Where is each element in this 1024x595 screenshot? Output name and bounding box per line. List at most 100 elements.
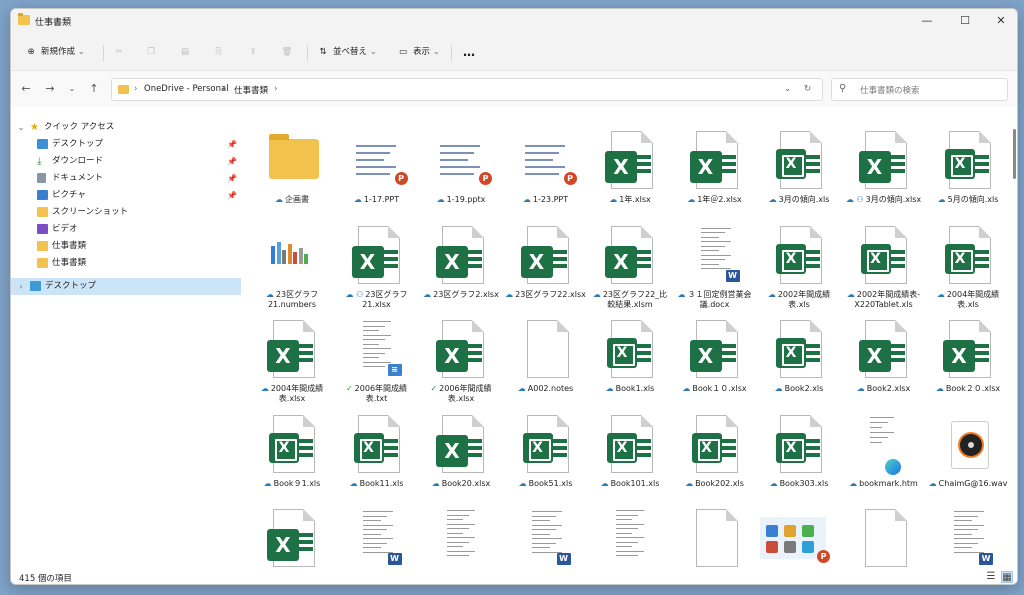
excel-grid-icon xyxy=(975,155,989,177)
more-options-button[interactable]: … xyxy=(463,42,475,62)
file-item[interactable]: ☁5月の傾向.xls xyxy=(927,129,1009,221)
file-item[interactable]: ☁ 企画書 xyxy=(251,129,333,221)
file-item[interactable]: P xyxy=(758,507,840,569)
file-item[interactable]: ☁2004年間成績表.xls xyxy=(927,224,1009,316)
file-item[interactable]: ☁2002年間成績表.xls xyxy=(758,224,840,316)
cut-button[interactable]: ✂ xyxy=(113,42,129,62)
refresh-icon[interactable]: ↻ xyxy=(804,84,811,94)
paste-button[interactable]: ▤ xyxy=(179,42,195,62)
share-button[interactable]: ⇪ xyxy=(247,42,263,62)
sidebar-item-desktop[interactable]: デスクトップ 📌 xyxy=(11,136,241,153)
file-item[interactable]: W xyxy=(927,507,1009,569)
chevron-down-icon[interactable]: ⌄ xyxy=(16,119,26,136)
rename-button[interactable]: ⎘ xyxy=(213,42,229,62)
new-button[interactable]: ⊕ 新規作成 ⌄ xyxy=(25,42,84,62)
file-item[interactable]: ☁2002年間成績表-X220Tablet.xls xyxy=(843,224,925,316)
address-bar[interactable]: › OneDrive - Personal › 仕事書類 › ⌄ ↻ xyxy=(111,78,823,101)
large-icons-view-icon[interactable]: ▦ xyxy=(1001,571,1013,583)
sidebar-item-documents[interactable]: ドキュメント 📌 xyxy=(11,170,241,187)
file-item[interactable]: ☁Book2.xls xyxy=(758,318,840,410)
file-item[interactable]: ☁Book303.xls xyxy=(758,413,840,505)
sidebar-item-quick-access[interactable]: ⌄ ★ クイック アクセス xyxy=(11,119,241,136)
file-item[interactable]: ☁Book202.xls xyxy=(674,413,756,505)
pin-icon[interactable]: 📌 xyxy=(227,136,237,153)
search-icon: ⚲ xyxy=(839,83,847,94)
breadcrumb-folder[interactable]: 仕事書類 xyxy=(234,84,268,96)
pin-icon[interactable]: 📌 xyxy=(227,153,237,170)
file-item[interactable] xyxy=(589,507,671,569)
file-item[interactable]: P ☁ 1-17.PPT xyxy=(336,129,418,221)
file-item[interactable]: ☁Book101.xls xyxy=(589,413,671,505)
text-line xyxy=(362,524,393,526)
file-item[interactable]: ☁Book11.xls xyxy=(336,413,418,505)
sidebar-item-videos[interactable]: ビデオ xyxy=(11,221,241,238)
file-item[interactable]: X ☁ Book２０.xlsx xyxy=(927,318,1009,410)
file-item[interactable] xyxy=(674,507,756,569)
chevron-down-icon[interactable]: ⌄ xyxy=(784,84,791,94)
sidebar-item-screenshots[interactable]: スクリーンショット xyxy=(11,204,241,221)
pin-icon[interactable]: 📌 xyxy=(227,187,237,204)
file-item[interactable]: W ☁ ３１回定例営業会議.docx xyxy=(674,223,756,316)
pin-icon[interactable]: 📌 xyxy=(227,170,237,187)
file-item[interactable]: ☁Book1.xls xyxy=(589,318,671,410)
file-item[interactable]: ☁3月の傾向.xls xyxy=(758,129,840,221)
sidebar-item-desktop-root[interactable]: › デスクトップ xyxy=(11,278,241,295)
file-item[interactable]: ☁Book９1.xls xyxy=(251,413,333,505)
history-chevron-icon[interactable]: ⌄ xyxy=(63,80,81,98)
file-item[interactable] xyxy=(420,507,502,569)
forward-arrow-icon[interactable]: → xyxy=(41,80,59,98)
sidebar-item-downloads[interactable]: ⤓ ダウンロード 📌 xyxy=(11,153,241,170)
delete-button[interactable]: 🗑 xyxy=(281,42,297,62)
file-item[interactable]: P ☁ 1-19.pptx xyxy=(420,129,502,221)
file-item[interactable]: X ☁ ⚇ 3月の傾向.xlsx xyxy=(843,129,925,221)
new-label: 新規作成 xyxy=(41,47,76,57)
search-box[interactable]: ⚲ 仕事書類の検索 xyxy=(831,78,1008,101)
file-item[interactable]: P ☁ 1-23.PPT xyxy=(505,129,587,221)
maximize-button[interactable]: ☐ xyxy=(947,9,983,33)
file-item[interactable]: X ☁ ⚇ 23区グラフ21.xlsx xyxy=(336,224,418,316)
breadcrumb-onedrive[interactable]: OneDrive - Personal xyxy=(144,84,229,94)
file-item[interactable]: X ✓ 2006年間成績表.xlsx xyxy=(420,318,502,410)
back-arrow-icon[interactable]: ← xyxy=(17,80,35,98)
paste-icon: ▤ xyxy=(180,47,190,57)
scrollbar-thumb[interactable] xyxy=(1013,129,1016,179)
up-arrow-icon[interactable]: ↑ xyxy=(85,80,103,98)
file-item[interactable]: X ☁ Book20.xlsx xyxy=(420,413,502,505)
file-name-label: 23区グラフ21.numbers xyxy=(267,289,319,309)
details-view-icon[interactable]: ☰ xyxy=(985,571,997,583)
chevron-right-icon[interactable]: › xyxy=(16,278,26,295)
sidebar-item-work-docs-2[interactable]: 仕事書類 xyxy=(11,255,241,272)
file-item[interactable]: W xyxy=(505,507,587,569)
minimize-button[interactable]: — xyxy=(909,9,945,33)
file-item[interactable]: X ☁ 2004年間成績表.xlsx xyxy=(251,318,333,410)
file-item[interactable]: ☁ ChaimG@16.wav xyxy=(927,413,1009,505)
file-item[interactable] xyxy=(843,507,925,569)
file-item[interactable]: ≡ ✓ 2006年間成績表.txt xyxy=(336,318,418,410)
file-item[interactable]: X ☁ 23区グラフ22.xlsx xyxy=(505,224,587,316)
file-item[interactable]: X xyxy=(251,507,333,569)
sidebar-item-work-docs[interactable]: 仕事書類 xyxy=(11,238,241,255)
scrollbar[interactable] xyxy=(1011,107,1017,569)
file-item[interactable]: W xyxy=(336,507,418,569)
file-item[interactable]: X ☁ 23区グラフ22_比較結果.xlsm xyxy=(589,224,671,316)
file-item[interactable]: ☁ bookmark.htm xyxy=(843,412,925,505)
file-name: ☁ Book2.xls xyxy=(758,384,840,394)
file-name-label: 2006年間成績表.txt xyxy=(354,384,408,403)
file-item[interactable]: X ☁ Book１０.xlsx xyxy=(674,318,756,410)
file-item[interactable]: X ☁ Book2.xlsx xyxy=(843,318,925,410)
file-item[interactable]: ☁ 23区グラフ21.numbers xyxy=(251,224,333,316)
close-button[interactable]: ✕ xyxy=(983,9,1017,33)
file-item[interactable]: X ☁ 1年＠2.xlsx xyxy=(674,129,756,221)
sort-button[interactable]: ⇅ 並べ替え ⌄ xyxy=(317,42,376,62)
file-item[interactable]: X ☁ 1年.xlsx xyxy=(589,129,671,221)
sidebar-item-pictures[interactable]: ピクチャ 📌 xyxy=(11,187,241,204)
file-item[interactable]: ☁ A002.notes xyxy=(505,318,587,410)
grid-row xyxy=(299,351,313,355)
cloud-icon: ☁ xyxy=(260,384,269,393)
text-line xyxy=(362,357,379,358)
view-button[interactable]: ▭ 表示 ⌄ xyxy=(397,42,440,62)
sidebar-item-label: クイック アクセス xyxy=(44,122,115,132)
copy-button[interactable]: ❐ xyxy=(145,42,161,62)
file-item[interactable]: ☁Book51.xls xyxy=(505,413,587,505)
file-item[interactable]: X ☁ 23区グラフ2.xlsx xyxy=(420,224,502,316)
